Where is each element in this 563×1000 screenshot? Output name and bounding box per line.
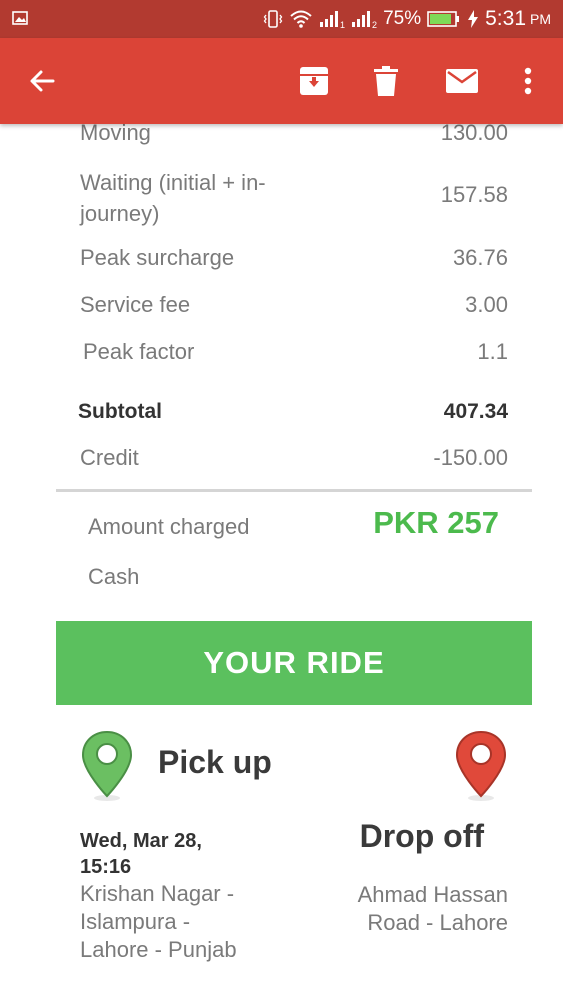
fare-label-line1: Waiting (initial + in-: [80, 170, 266, 195]
fare-value: 36.76: [452, 245, 508, 270]
battery-percent: 75%: [383, 8, 422, 29]
pickup-pin-icon: [81, 730, 133, 801]
more-vert-icon: [524, 67, 532, 95]
fare-row-waiting: Waiting (initial + in- journey) 157.58: [80, 167, 508, 227]
fare-label: Moving: [80, 124, 151, 145]
delete-button[interactable]: [360, 38, 412, 124]
sim2-label: 2: [372, 20, 377, 29]
payment-method: Cash: [88, 564, 140, 589]
pickup-address-line3: Lahore - Punjab: [80, 937, 237, 962]
pickup-datetime: Wed, Mar 28, 15:16: [80, 828, 280, 880]
fare-value: 3.00: [465, 292, 508, 317]
archive-icon: [300, 67, 328, 95]
receipt-content: Moving 130.00 Waiting (initial + in- jou…: [0, 124, 563, 1000]
dropoff-address: Ahmad Hassan Road - Lahore: [288, 881, 508, 937]
clock-ampm: PM: [530, 11, 551, 27]
signal-sim1-icon: 1: [320, 11, 345, 29]
archive-button[interactable]: [288, 38, 340, 124]
mark-unread-button[interactable]: [436, 38, 488, 124]
fare-label: Service fee: [80, 292, 191, 317]
fare-value: 130.00: [440, 124, 508, 145]
fare-label: Peak surcharge: [80, 245, 235, 270]
credit-value: -150.00: [433, 445, 508, 470]
amount-charged-label: Amount charged: [88, 514, 250, 539]
back-arrow-icon: [30, 70, 55, 92]
dropoff-address-line2: Road - Lahore: [367, 910, 508, 935]
fare-label-line2: journey): [80, 201, 160, 226]
fare-value: 1.1: [477, 339, 508, 364]
fare-value: 157.58: [440, 182, 508, 207]
pickup-address-line1: Krishan Nagar -: [80, 881, 235, 906]
battery-icon: [427, 11, 460, 27]
subtotal-label: Subtotal: [78, 400, 162, 423]
signal-sim2-icon: 2: [352, 11, 377, 29]
charging-icon: [468, 10, 479, 28]
amount-charged-value: PKR 257: [373, 505, 499, 540]
pickup-address-line2: Islampura -: [80, 909, 191, 934]
app-bar: [0, 38, 563, 124]
back-button[interactable]: [16, 38, 68, 124]
credit-label: Credit: [80, 445, 139, 470]
pickup-address: Krishan Nagar - Islampura - Lahore - Pun…: [80, 880, 280, 964]
sim1-label: 1: [340, 20, 345, 29]
image-notification-icon: [12, 11, 28, 25]
dropoff-title: Drop off: [359, 818, 484, 854]
divider: [56, 489, 532, 492]
vibrate-icon: [263, 10, 283, 28]
status-bar: 1 2 75% 5:31 PM: [0, 0, 563, 38]
delete-icon: [374, 66, 398, 96]
pickup-title: Pick up: [158, 744, 272, 780]
fare-label: Waiting (initial + in- journey): [80, 167, 266, 229]
wifi-icon: [290, 10, 312, 28]
pickup-date-line2: 15:16: [80, 856, 132, 878]
status-icons: 1 2 75% 5:31 PM: [263, 0, 551, 38]
dropoff-address-line1: Ahmad Hassan: [357, 882, 508, 907]
more-options-button[interactable]: [508, 38, 548, 124]
fare-label: Peak factor: [83, 339, 195, 364]
pickup-date-line1: Wed, Mar 28,: [80, 830, 202, 852]
your-ride-banner: YOUR RIDE: [56, 621, 532, 705]
dropoff-pin-icon: [455, 730, 507, 801]
subtotal-value: 407.34: [443, 400, 508, 423]
clock-time: 5:31: [485, 7, 526, 30]
mail-icon: [446, 69, 478, 93]
